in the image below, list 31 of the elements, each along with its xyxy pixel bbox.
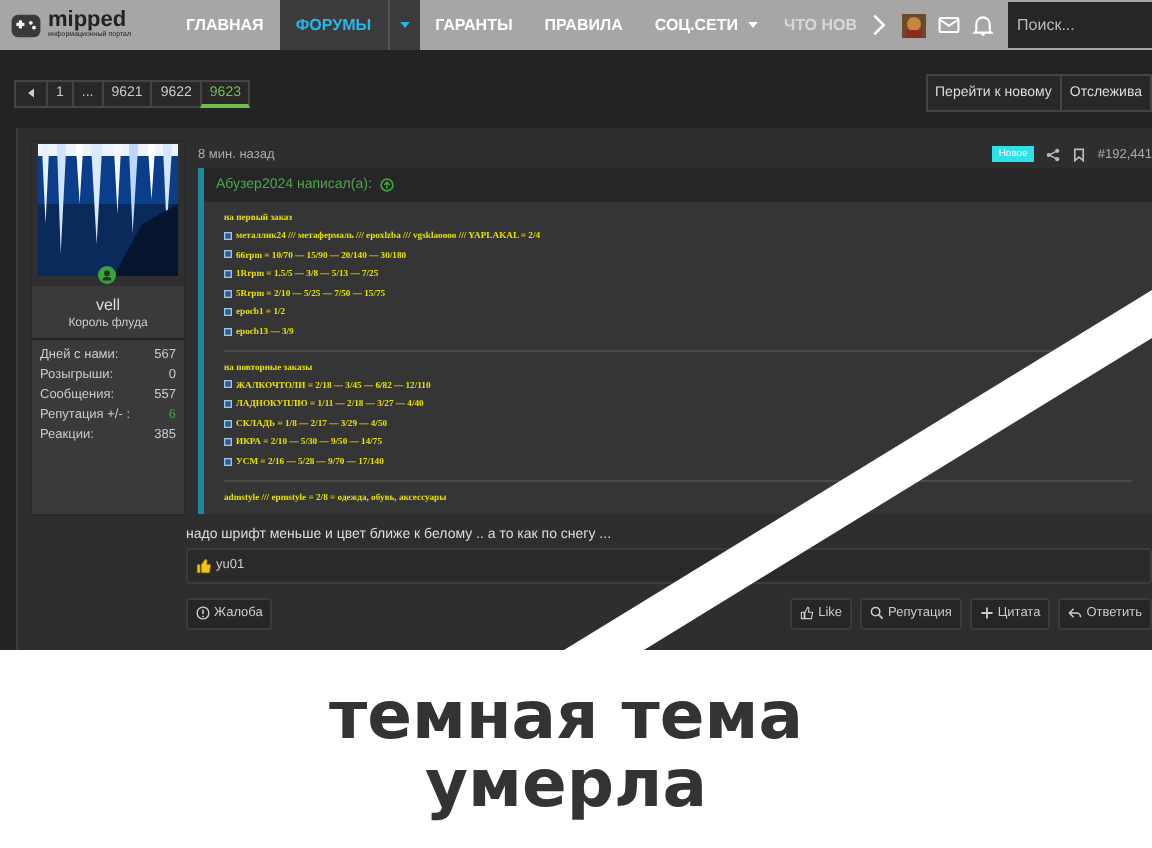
square-bullet-icon xyxy=(224,419,232,428)
previous-page-button[interactable] xyxy=(14,79,48,107)
square-bullet-icon xyxy=(224,399,232,408)
avatar-icon[interactable] xyxy=(901,13,926,37)
reply-icon xyxy=(1068,606,1083,621)
arrow-up-circle-icon[interactable] xyxy=(379,178,394,192)
search-field[interactable]: Поиск... xyxy=(1007,2,1152,48)
caret-left-icon xyxy=(28,88,34,98)
caption-text: умерла xyxy=(425,749,707,817)
bookmark-icon[interactable] xyxy=(1071,147,1086,161)
caption-text: темная тема xyxy=(329,681,803,749)
thumbs-up-icon xyxy=(196,557,212,574)
nav-tab[interactable]: ФОРУМЫ xyxy=(279,0,388,50)
square-bullet-icon xyxy=(224,231,232,240)
caret-icon[interactable] xyxy=(399,22,410,28)
gamepad-icon xyxy=(10,11,42,39)
square-bullet-icon xyxy=(224,380,232,389)
square-bullet-icon xyxy=(224,269,232,278)
square-bullet-icon xyxy=(224,250,232,259)
square-bullet-icon xyxy=(224,457,232,466)
square-bullet-icon xyxy=(224,438,232,447)
square-bullet-icon xyxy=(224,289,232,298)
site-logo[interactable]: mipped xyxy=(48,10,131,33)
square-bullet-icon xyxy=(224,327,232,336)
search-icon xyxy=(870,606,885,621)
alert-icon xyxy=(196,606,210,621)
share-icon[interactable] xyxy=(1045,147,1060,161)
square-bullet-icon xyxy=(224,308,232,317)
plus-icon xyxy=(979,606,994,621)
username[interactable]: vell xyxy=(95,296,120,314)
thumbs-up-icon xyxy=(800,606,815,621)
